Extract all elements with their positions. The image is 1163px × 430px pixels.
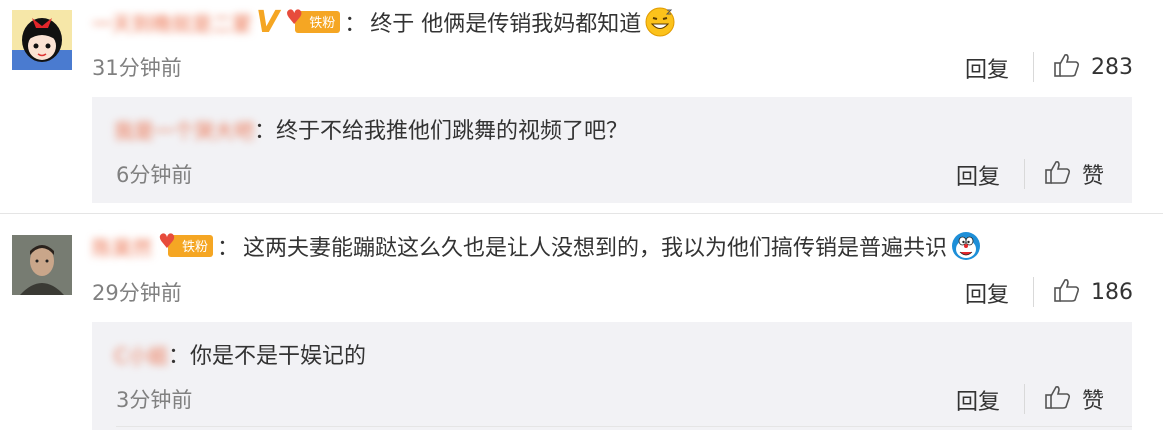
comment-divider [0,213,1163,214]
reply-username[interactable]: C小姐 [114,340,168,369]
heart-icon: ♥ [285,5,304,29]
reply-box: 我是一个哭大吧 ： 终于不给我推他们跳舞的视频了吧？ 6分钟前 回复 赞 [92,97,1132,203]
reply-text: 终于不给我推他们跳舞的视频了吧？ [276,119,629,144]
reply-like-button[interactable]: 赞 [1044,158,1104,190]
verified-v-icon: V [256,4,280,40]
like-button[interactable]: 283 [1053,51,1133,83]
reply-separator: ： [254,119,277,144]
fan-badge[interactable]: ♥ 铁粉 [158,229,214,257]
thumbs-up-icon [1044,158,1072,190]
thumbs-up-icon [1053,51,1081,83]
like-count: 283 [1091,54,1133,80]
reply-reply-button[interactable]: 回复 [956,384,1000,416]
like-label: 赞 [1082,164,1105,189]
like-button[interactable]: 186 [1053,276,1133,308]
thumbs-up-icon [1044,383,1072,415]
reply-time: 3分钟前 [116,388,193,412]
reply-text: 你是不是干娱记的 [189,344,366,369]
avatar[interactable] [12,10,72,70]
action-divider [1024,384,1025,414]
comment-time: 29分钟前 [92,281,182,305]
reply-username[interactable]: 我是一个哭大吧 [114,115,254,144]
reply-button[interactable]: 回复 [965,277,1009,309]
like-label: 赞 [1082,389,1105,414]
grinning-emoji-icon [645,7,675,37]
reply-time: 6分钟前 [116,163,193,187]
reply-reply-button[interactable]: 回复 [956,159,1000,191]
reply-like-button[interactable]: 赞 [1044,383,1104,415]
comment-separator: ： [217,236,240,261]
avatar[interactable] [12,235,72,295]
comment-time: 31分钟前 [92,56,182,80]
fan-badge[interactable]: ♥ 铁粉 [285,5,341,33]
comment-username[interactable]: 陈昊然 [92,232,152,261]
action-divider [1033,277,1034,307]
reply-bottom-divider [116,426,1132,427]
thumbs-up-icon [1053,276,1081,308]
badge-label: 铁粉 [309,16,336,31]
like-count: 186 [1091,279,1133,305]
comment-text: 终于 他俩是传销我妈都知道 [370,12,642,37]
comment-separator: ： [344,12,367,37]
reply-separator: ： [167,344,190,369]
reply-box: C小姐 ： 你是不是干娱记的 3分钟前 回复 赞 [92,322,1132,430]
action-divider [1033,52,1034,82]
reply-button[interactable]: 回复 [965,52,1009,84]
action-divider [1024,159,1025,189]
heart-icon: ♥ [158,229,176,253]
badge-label: 铁粉 [182,240,209,255]
doraemon-emoji-icon [951,231,981,261]
comment-text: 这两夫妻能蹦跶这么久也是让人没想到的，我以为他们搞传销是普遍共识 [243,236,948,261]
comment-username[interactable]: 一天到晚就是二蒙 [92,8,252,37]
